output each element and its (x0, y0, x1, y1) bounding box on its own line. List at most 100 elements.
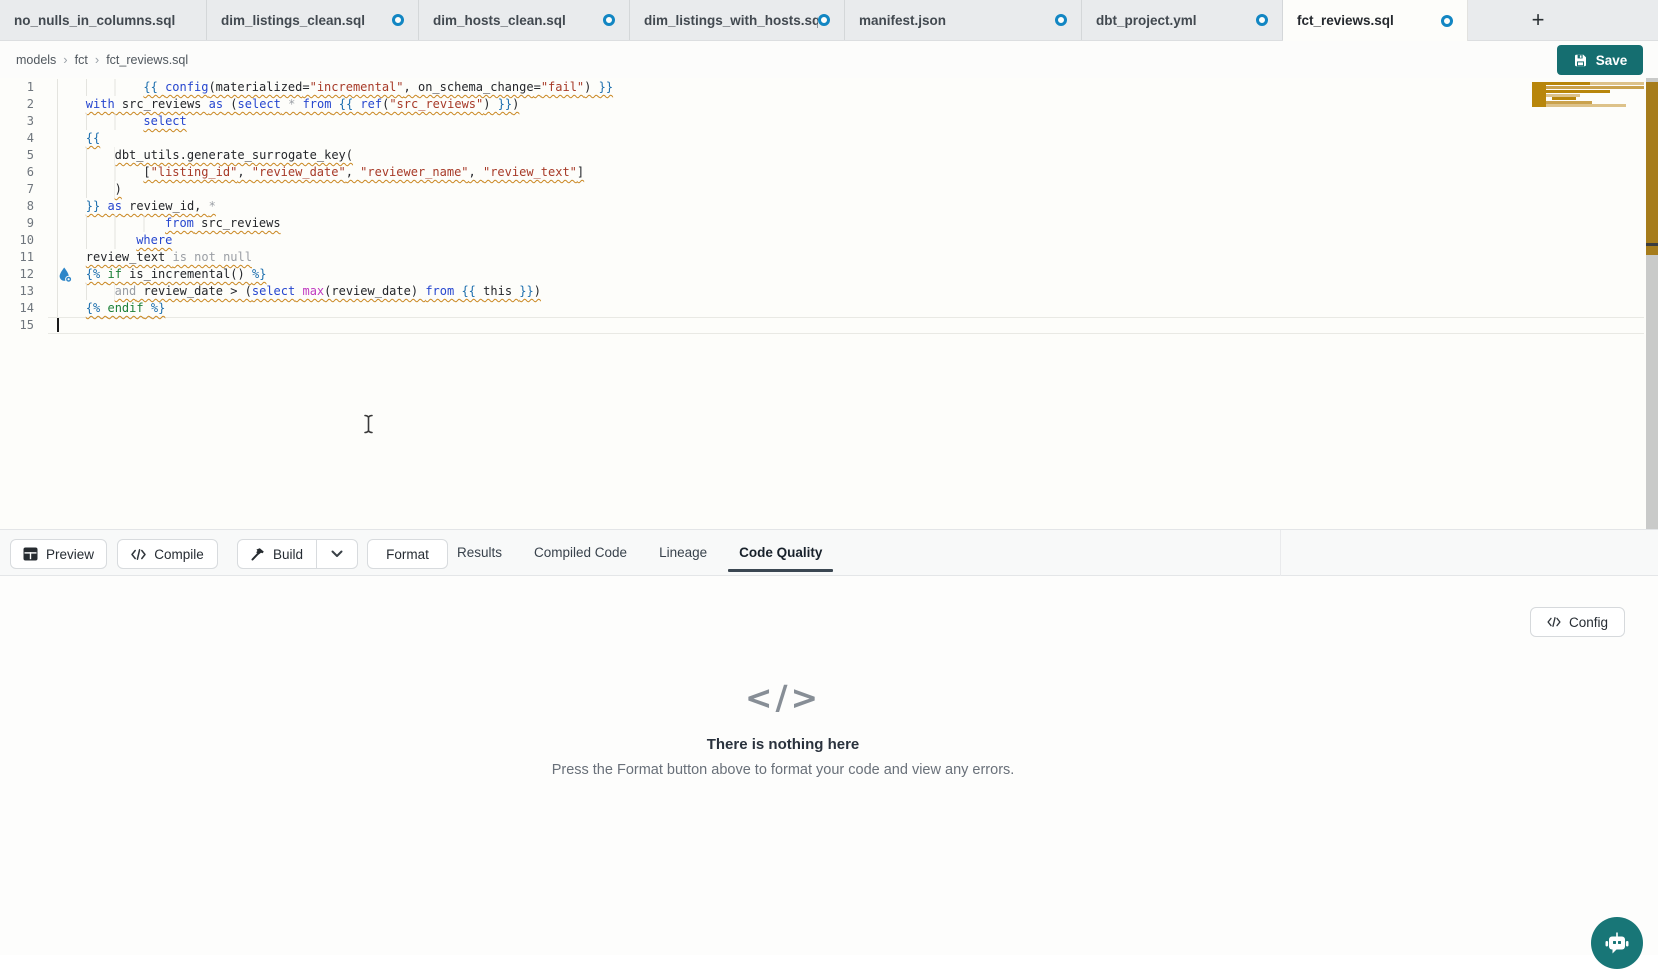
breadcrumb-item[interactable]: fct (75, 53, 88, 67)
unsaved-indicator (392, 14, 404, 26)
warning-squiggle: dbt_utils.generate_surrogate_key( (57, 148, 353, 162)
file-tab[interactable]: dim_listings_with_hosts.sql (630, 0, 845, 40)
warning-squiggle: ) (57, 182, 122, 196)
save-icon (1573, 53, 1588, 68)
unsaved-indicator (1441, 15, 1453, 27)
line-number: 5 (0, 147, 34, 164)
code-token: "review_date" (252, 165, 346, 179)
indent-guides (57, 232, 136, 249)
unsaved-indicator (603, 14, 615, 26)
warning-squiggle: {% endif %} (57, 301, 165, 315)
plus-icon: + (1532, 7, 1545, 33)
file-tab[interactable]: fct_reviews.sql (1283, 0, 1468, 41)
warning-squiggle: ["listing_id", "review_date", "reviewer_… (57, 165, 584, 179)
panel-tab[interactable]: Compiled Code (523, 530, 638, 576)
unsaved-indicator (1055, 14, 1067, 26)
compile-button[interactable]: Compile (117, 539, 218, 569)
chatbot-button[interactable] (1591, 917, 1643, 969)
file-tab[interactable]: dim_listings_clean.sql (207, 0, 419, 40)
indent-guides (57, 147, 115, 164)
code-line[interactable]: {% if is_incremental() %} (57, 266, 266, 283)
code-token: dbt_utils.generate_surrogate_key( (115, 148, 353, 162)
code-line[interactable]: {{ config(materialized="incremental", on… (57, 79, 613, 96)
code-line[interactable]: select (57, 113, 187, 130)
format-button[interactable]: Format (367, 539, 448, 569)
warning-squiggle: and review_date > (select max(review_dat… (57, 284, 541, 298)
code-token: on_schema_change (418, 80, 534, 94)
breadcrumb-item[interactable]: fct_reviews.sql (106, 53, 188, 67)
code-line[interactable]: }} as review_id, * (57, 198, 216, 215)
code-token: with (86, 97, 115, 111)
file-tab[interactable]: no_nulls_in_columns.sql (0, 0, 207, 40)
robot-icon (1603, 929, 1631, 957)
file-tab[interactable]: dbt_project.yml (1082, 0, 1283, 40)
file-tab-label: dim_hosts_clean.sql (433, 13, 566, 28)
code-token: is not null (173, 250, 252, 264)
code-token: = (534, 80, 541, 94)
code-line[interactable]: ) (57, 181, 122, 198)
code-token: {% (86, 301, 108, 315)
code-token: }} (599, 80, 613, 94)
code-editor[interactable]: 123456789101112131415 {{ config(material… (0, 78, 1658, 529)
code-line[interactable]: {% endif %} (57, 300, 165, 317)
code-token: ( (208, 80, 215, 94)
config-label: Config (1569, 615, 1608, 630)
file-tab-label: no_nulls_in_columns.sql (14, 13, 175, 28)
code-line[interactable]: {{ (57, 130, 100, 147)
line-number: 9 (0, 215, 34, 232)
config-button[interactable]: Config (1530, 607, 1625, 637)
code-token: "review_text" (483, 165, 577, 179)
editor-code[interactable]: {{ config(materialized = "incremental", on… (57, 78, 1642, 529)
code-token: {% (86, 267, 108, 281)
code-token: }} (86, 199, 100, 213)
code-line[interactable]: review_text is not null (57, 249, 252, 266)
code-token: select (238, 97, 281, 111)
warning-squiggle: from src_reviews (57, 216, 281, 230)
preview-button[interactable]: Preview (10, 539, 107, 569)
save-button[interactable]: Save (1557, 45, 1643, 75)
code-line[interactable]: from src_reviews (57, 215, 281, 232)
code-line[interactable]: with src_reviews as (select * from {{ re… (57, 96, 519, 113)
build-button[interactable]: Build (238, 540, 316, 568)
breadcrumb-bar: models›fct›fct_reviews.sql Save (0, 41, 1658, 79)
code-token: }} (519, 284, 533, 298)
droplet-gear-icon[interactable] (58, 267, 74, 283)
code-token: if (107, 267, 121, 281)
code-token: {{ (143, 80, 165, 94)
editor-scrollbar[interactable] (1646, 78, 1658, 529)
file-tab[interactable]: dim_hosts_clean.sql (419, 0, 630, 40)
code-token: "incremental" (310, 80, 404, 94)
code-token: "reviewer_name" (360, 165, 468, 179)
code-line[interactable]: where (57, 232, 172, 249)
code-token: config (165, 80, 208, 94)
new-tab-button[interactable]: + (1520, 0, 1556, 40)
file-tab-bar: no_nulls_in_columns.sql dim_listings_clea… (0, 0, 1658, 41)
code-line[interactable]: dbt_utils.generate_surrogate_key( (57, 147, 353, 164)
code-token: src_reviews (115, 97, 209, 111)
code-token (331, 97, 338, 111)
warning-squiggle: where (57, 233, 172, 247)
panel-tab[interactable]: Lineage (648, 530, 718, 576)
panel-tab[interactable]: Results (446, 530, 513, 576)
unsaved-indicator (818, 14, 830, 26)
line-number: 4 (0, 130, 34, 147)
indent-guides (57, 283, 115, 300)
code-token: ) (534, 284, 541, 298)
toolbar-divider (1280, 530, 1281, 576)
build-options-button[interactable] (316, 540, 357, 568)
code-token: materialized (216, 80, 303, 94)
code-line[interactable]: ["listing_id", "review_date", "reviewer_… (57, 164, 584, 181)
panel-tab[interactable]: Code Quality (728, 530, 833, 576)
indent-guides (57, 300, 86, 317)
breadcrumb-item[interactable]: models (16, 53, 56, 67)
build-button-group: Build (237, 539, 358, 569)
preview-label: Preview (46, 547, 94, 562)
indent-guides (57, 130, 86, 147)
code-line[interactable]: and review_date > (select max(review_dat… (57, 283, 541, 300)
code-token: select (143, 114, 186, 128)
file-tab[interactable]: manifest.json (845, 0, 1082, 40)
code-token: "src_reviews" (389, 97, 483, 111)
code-token: , (469, 165, 483, 179)
code-slash-icon: </> (552, 676, 1015, 720)
empty-state-subtitle: Press the Format button above to format … (552, 762, 1015, 778)
